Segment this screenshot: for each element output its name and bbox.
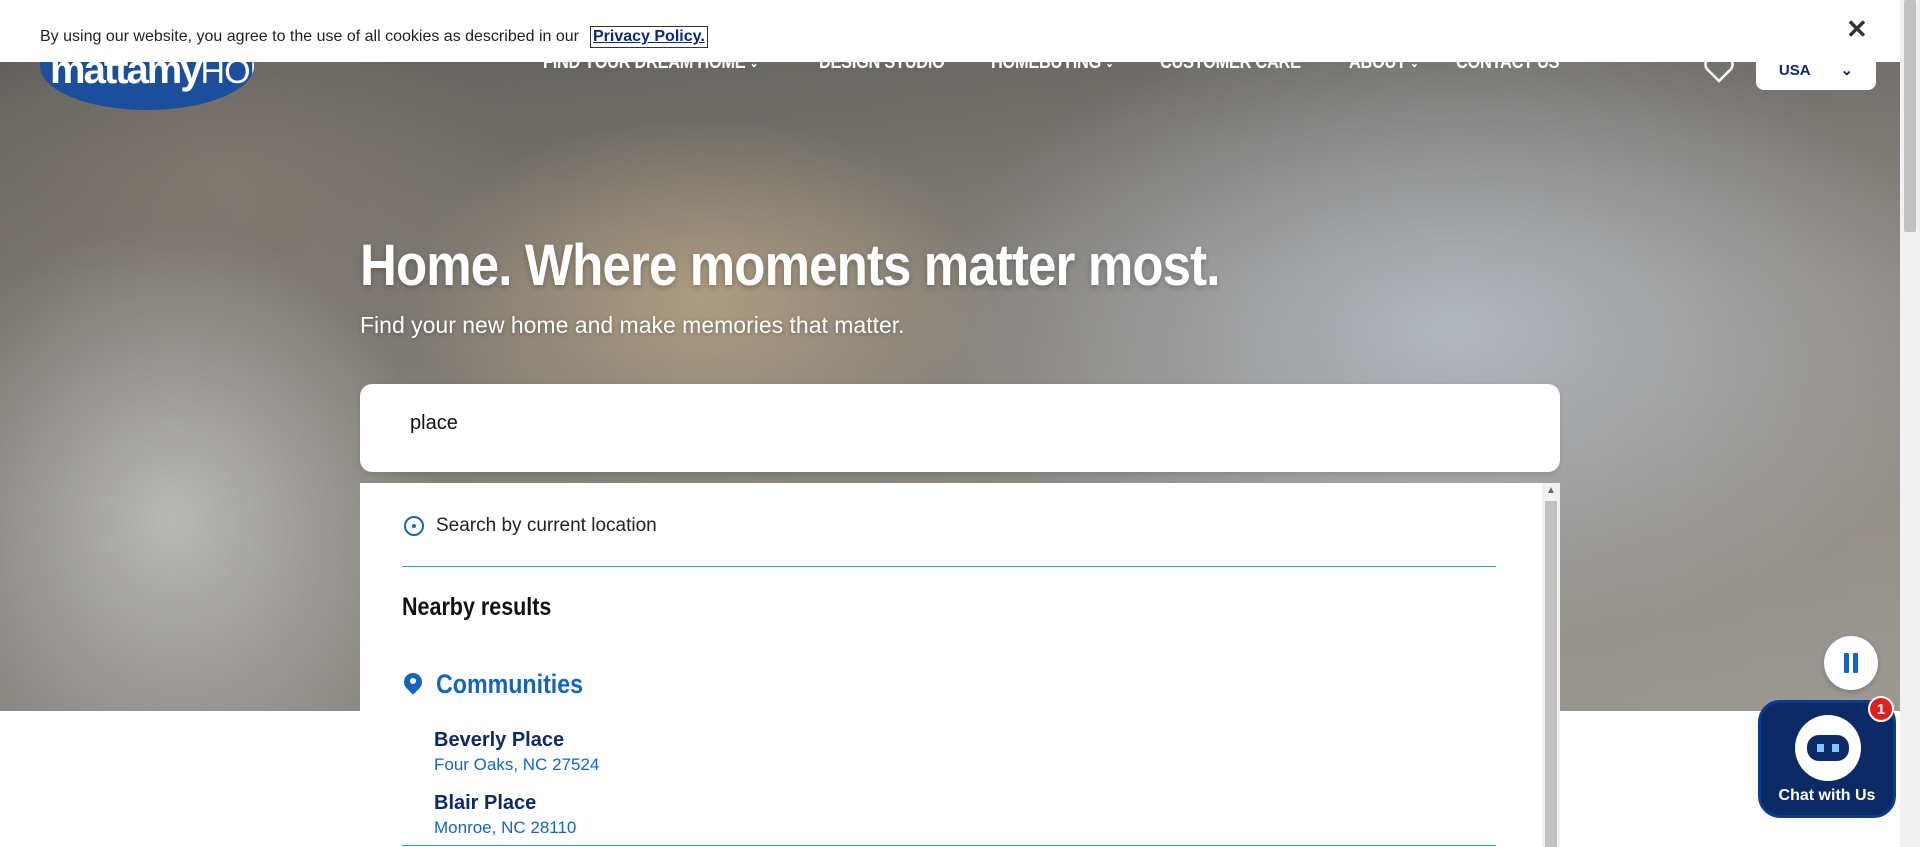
pause-icon-bar [1853, 653, 1858, 673]
location-option-label: Search by current location [436, 515, 657, 536]
result-name: Blair Place [434, 792, 537, 814]
page-scrollbar-thumb[interactable] [1904, 0, 1916, 232]
divider [402, 845, 1496, 846]
result-address: Four Oaks, NC 27524 [434, 755, 600, 774]
search-results-dropdown: Search by current location Nearby result… [360, 483, 1560, 847]
chat-label: Chat with Us [1778, 787, 1876, 804]
result-name: Beverly Place [434, 729, 565, 751]
search-by-location-option[interactable]: Search by current location [404, 515, 657, 537]
communities-label: Communities [436, 669, 584, 699]
privacy-policy-link[interactable]: Privacy Policy. [590, 26, 708, 48]
divider [402, 566, 1496, 567]
chat-notification-badge: 1 [1868, 696, 1894, 722]
hero-headline: Home. Where moments matter most. [360, 233, 1220, 298]
scroll-up-arrow-icon[interactable]: ▲ [1546, 485, 1556, 496]
dropdown-scrollbar[interactable]: ▲ [1542, 483, 1560, 847]
nearby-results-heading: Nearby results [402, 593, 552, 621]
map-pin-icon [404, 673, 422, 697]
result-item[interactable]: Beverly Place Four Oaks, NC 27524 [434, 729, 599, 775]
search-input[interactable] [410, 412, 1510, 435]
cookie-banner: By using our website, you agree to the u… [0, 0, 1900, 62]
chevron-down-icon: ⌄ [1840, 62, 1854, 79]
result-address: Monroe, NC 28110 [434, 818, 577, 837]
cookie-text: By using our website, you agree to the u… [40, 28, 579, 45]
result-item[interactable]: Blair Place Monroe, NC 28110 [434, 792, 576, 838]
crosshair-icon [404, 516, 424, 536]
chatbot-icon [1795, 715, 1861, 781]
scrollbar-thumb[interactable] [1545, 501, 1557, 847]
page-scrollbar[interactable] [1900, 0, 1920, 847]
hero-subheadline: Find your new home and make memories tha… [360, 312, 905, 338]
search-box [360, 384, 1560, 472]
close-icon[interactable]: ✕ [1846, 14, 1868, 45]
pause-icon-bar [1844, 653, 1849, 673]
communities-heading: Communities [404, 669, 607, 700]
pause-video-button[interactable] [1824, 636, 1878, 690]
